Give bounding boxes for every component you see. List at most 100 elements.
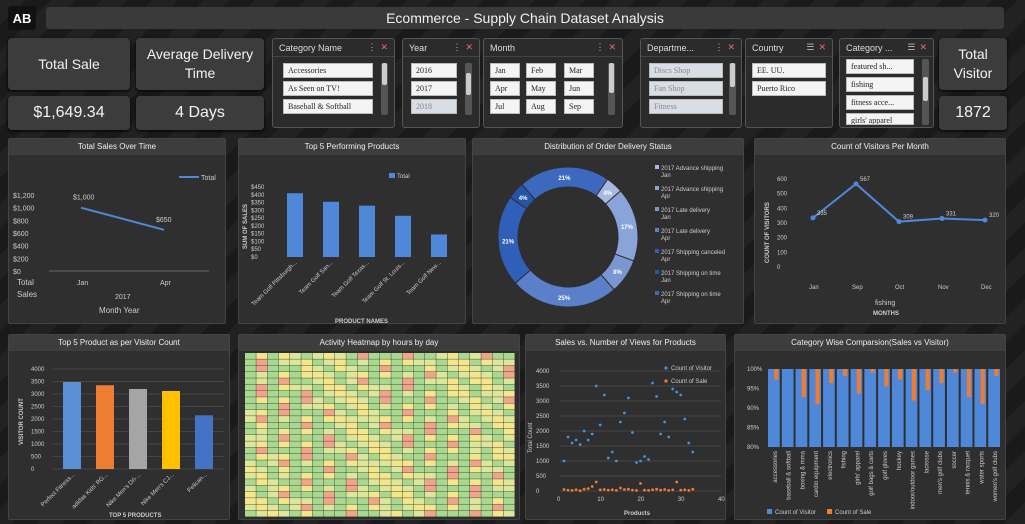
heatmap-cell [492, 416, 504, 422]
heatmap-cell [312, 510, 324, 517]
multi-select-icon[interactable]: ⋮ [452, 42, 461, 52]
heatmap-cell [402, 441, 414, 448]
slicer-item[interactable]: Puerto Rico [752, 81, 826, 96]
heatmap-cell [312, 491, 324, 498]
slicer-item[interactable]: Apr [490, 81, 520, 96]
month-slicer[interactable]: Month ⋮ ✕ Jan Feb Mar Apr May Jun Jul Aug … [483, 38, 623, 128]
data-label: 335 [817, 211, 828, 217]
heatmap-cell [470, 384, 481, 391]
scatter-point [562, 488, 566, 491]
heatmap-cell [380, 365, 391, 372]
slicer-item[interactable]: girls' apparel [846, 113, 914, 125]
y-tick-label: 80% [747, 445, 760, 451]
slicer-item[interactable]: Fitness [649, 99, 723, 114]
y-tick-label: $200 [13, 256, 29, 263]
data-point [982, 217, 988, 223]
x-tick-label: Nike Men's Dri-... [106, 472, 143, 509]
heatmap-cell [402, 460, 414, 467]
slicer-item[interactable]: fishing [846, 77, 914, 92]
heatmap-cell [391, 435, 403, 441]
heatmap-cell [267, 365, 279, 372]
heatmap-cell [492, 422, 504, 429]
slicer-item[interactable]: Fan Shop [649, 81, 723, 96]
heatmap-cell [323, 498, 335, 504]
clear-filter-icon[interactable]: ✕ [727, 42, 735, 52]
multi-select-icon[interactable]: ⋮ [367, 42, 376, 52]
y-tick-label: 1500 [31, 430, 45, 436]
department-slicer[interactable]: Departme... ⋮ ✕ Discs Shop Fan Shop Fitnes… [640, 38, 742, 128]
heatmap-cell [492, 435, 504, 441]
year-slicer[interactable]: Year ⋮ ✕ 2016 2017 2018 [402, 38, 480, 128]
heatmap-cell [470, 403, 481, 410]
multi-select-icon[interactable]: ⋮ [714, 42, 723, 52]
slicer-item[interactable]: Sep [564, 99, 594, 114]
clear-filter-icon[interactable]: ✕ [380, 42, 388, 52]
heatmap-cell [380, 390, 391, 397]
slicer-item[interactable]: Baseball & Softball [283, 99, 373, 114]
slicer-scrollbar[interactable] [465, 63, 472, 115]
slicer-item[interactable]: 2016 [411, 63, 457, 78]
heatmap-cell [335, 479, 346, 486]
heatmap-cell [335, 409, 346, 416]
heatmap-cell [447, 498, 459, 504]
slicer-item[interactable]: Mar [564, 63, 594, 78]
heatmap-cell [413, 510, 425, 517]
heatmap-cell [402, 498, 414, 504]
clear-filter-icon[interactable]: ✕ [465, 42, 473, 52]
slicer-item[interactable]: featured sh... [846, 59, 914, 74]
country-slicer[interactable]: Country ☰ ✕ EE. UU. Puerto Rico [745, 38, 833, 128]
heatmap-cell [245, 435, 256, 441]
slicer-item[interactable]: fitness acce... [846, 95, 914, 110]
slicer-item[interactable]: Accessories [283, 63, 373, 78]
category-slicer[interactable]: Category Name ⋮ ✕ Accessories As Seen on T… [272, 38, 395, 128]
slicer-item[interactable]: Discs Shop [649, 63, 723, 78]
heatmap-cell [481, 491, 493, 498]
slicer-item[interactable]: May [526, 81, 556, 96]
slicer-item[interactable]: As Seen on TV! [283, 81, 373, 96]
heatmap-cell [458, 384, 470, 391]
heatmap-cell [458, 453, 470, 460]
slicer-item[interactable]: Jul [490, 99, 520, 114]
multi-select-icon[interactable]: ☰ [907, 42, 915, 52]
clear-filter-icon[interactable]: ✕ [608, 42, 616, 52]
slicer-item[interactable]: 2018 [411, 99, 457, 114]
slicer-item[interactable]: Jan [490, 63, 520, 78]
legend-swatch [655, 228, 659, 232]
slicer-item[interactable]: EE. UU. [752, 63, 826, 78]
scatter-point [635, 489, 638, 492]
heatmap-cell [470, 435, 481, 441]
heatmap-cell [458, 390, 470, 397]
slicer-scrollbar[interactable] [608, 63, 615, 115]
heatmap-cell [267, 428, 279, 435]
heatmap-cell [470, 479, 481, 486]
heatmap-cell [323, 353, 335, 359]
slicer-scrollbar[interactable] [381, 63, 388, 115]
heatmap-cell [503, 409, 515, 416]
heatmap-cell [436, 416, 448, 422]
heatmap-cell [301, 435, 313, 441]
clear-filter-icon[interactable]: ✕ [818, 42, 826, 52]
heatmap-cell [290, 479, 301, 486]
slicer-scrollbar[interactable] [922, 59, 929, 125]
bar-sale [801, 369, 806, 398]
bar-sale [884, 369, 889, 387]
legend-label: 2017 Advance shipping [661, 166, 723, 172]
slicer-item[interactable]: Aug [526, 99, 556, 114]
multi-select-icon[interactable]: ☰ [806, 42, 814, 52]
slicer-item[interactable]: Feb [526, 63, 556, 78]
heatmap-cell [357, 384, 369, 391]
bar [195, 415, 213, 469]
heatmap-cell [413, 485, 425, 492]
slicer-scrollbar[interactable] [729, 63, 736, 115]
heatmap-cell [425, 479, 436, 486]
heatmap-cell [278, 479, 290, 486]
heatmap-cell [312, 390, 324, 397]
clear-filter-icon[interactable]: ✕ [919, 42, 927, 52]
multi-select-icon[interactable]: ⋮ [595, 42, 604, 52]
slicer-item[interactable]: 2017 [411, 81, 457, 96]
heatmap-cell [425, 466, 436, 473]
heatmap-cell [458, 491, 470, 498]
heatmap-cell [436, 397, 448, 404]
category-slicer-2[interactable]: Category ... ☰ ✕ featured sh... fishing fi… [839, 38, 934, 128]
slicer-item[interactable]: Jun [564, 81, 594, 96]
